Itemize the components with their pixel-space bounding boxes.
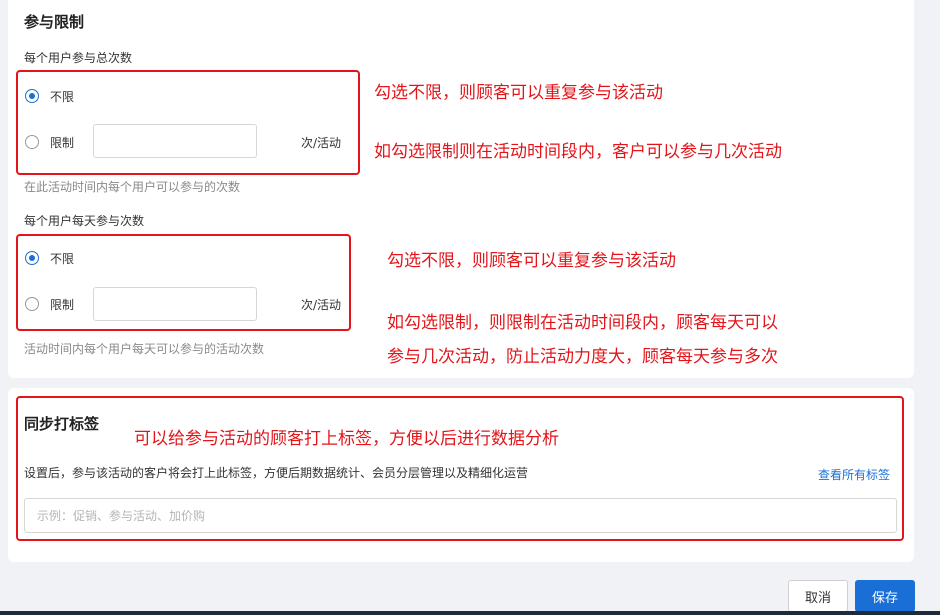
- cancel-button[interactable]: 取消: [788, 580, 848, 612]
- annotation-text-4b: 参与几次活动，防止活动力度大，顾客每天参与多次: [387, 347, 778, 367]
- save-button[interactable]: 保存: [855, 580, 915, 612]
- annotation-text-2: 如勾选限制则在活动时间段内，客户可以参与几次活动: [374, 142, 782, 162]
- annotation-box-tags: [16, 396, 904, 541]
- annotation-box-total: [16, 70, 360, 175]
- taskbar-strip: [0, 611, 940, 615]
- annotation-text-5: 可以给参与活动的顾客打上标签，方便以后进行数据分析: [134, 429, 559, 449]
- daily-count-hint: 活动时间内每个用户每天可以参与的活动次数: [24, 342, 265, 356]
- daily-count-label: 每个用户每天参与次数: [24, 214, 145, 228]
- annotation-text-4a: 如勾选限制，则限制在活动时间段内，顾客每天可以: [387, 313, 778, 333]
- total-count-hint: 在此活动时间内每个用户可以参与的次数: [24, 180, 241, 194]
- limits-section-title: 参与限制: [24, 13, 85, 31]
- annotation-text-3: 勾选不限，则顾客可以重复参与该活动: [387, 251, 676, 271]
- total-count-label: 每个用户参与总次数: [24, 51, 133, 65]
- annotation-text-1: 勾选不限，则顾客可以重复参与该活动: [374, 83, 663, 103]
- annotation-box-daily: [16, 234, 351, 331]
